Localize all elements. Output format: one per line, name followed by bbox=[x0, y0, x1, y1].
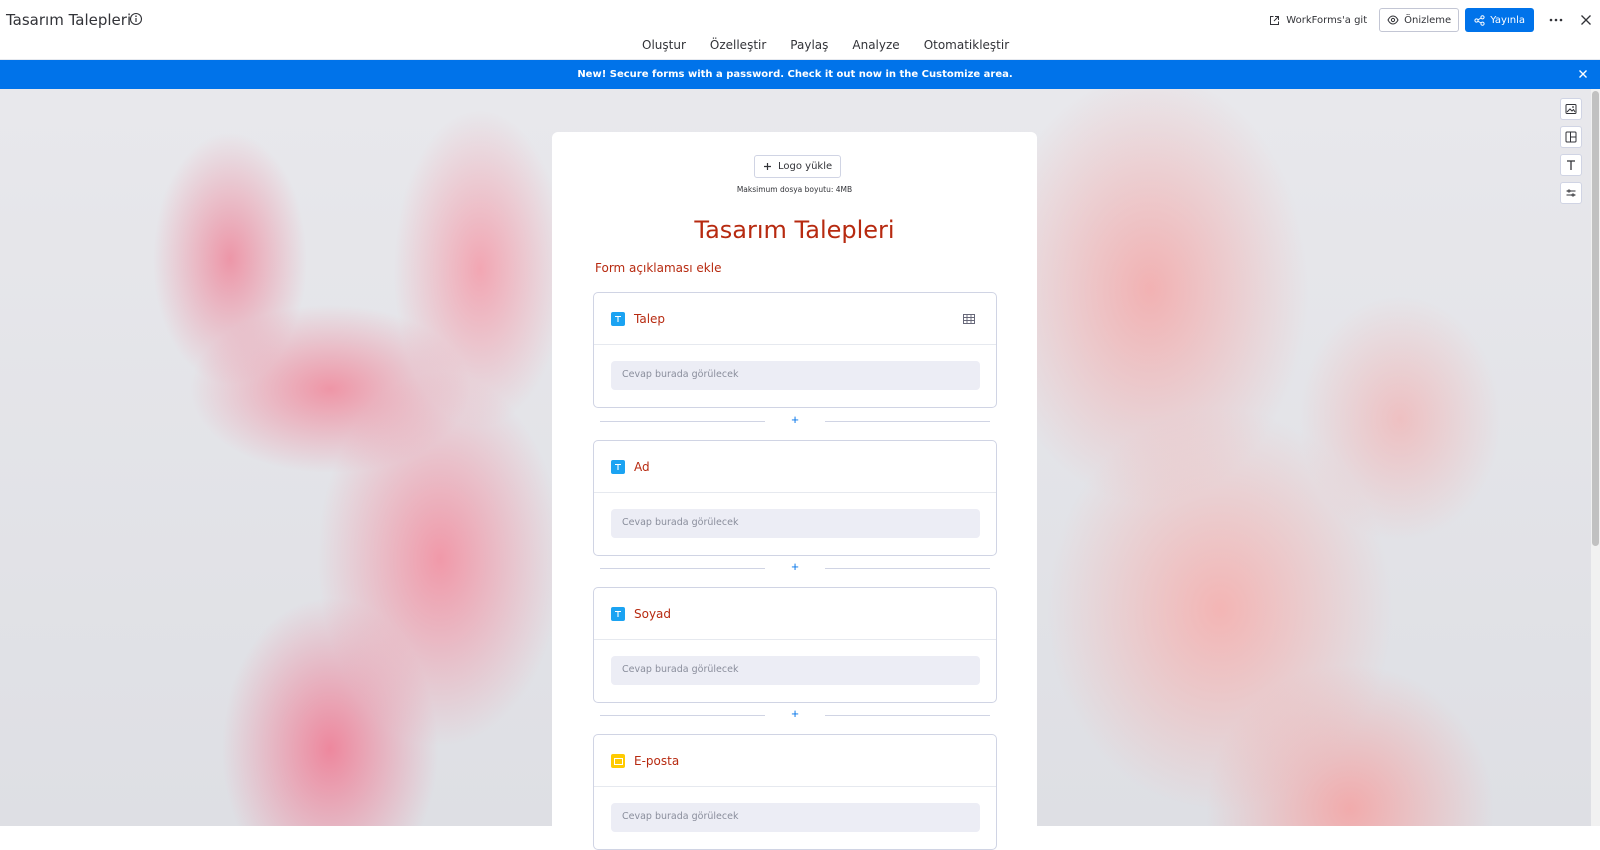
logo-size-hint: Maksimum dosya boyutu: 4MB bbox=[736, 185, 853, 194]
board-title[interactable]: Tasarım Talepleri bbox=[6, 11, 131, 29]
image-icon bbox=[1565, 104, 1577, 114]
preview-label: Önizleme bbox=[1404, 14, 1452, 26]
layout-icon bbox=[1565, 131, 1577, 143]
question-header: E-posta bbox=[594, 735, 996, 787]
question-label[interactable]: Soyad bbox=[634, 607, 671, 621]
publish-label: Yayınla bbox=[1490, 14, 1525, 26]
add-question-divider: + bbox=[600, 706, 990, 723]
question-label[interactable]: E-posta bbox=[634, 754, 679, 768]
text-field-icon bbox=[611, 607, 625, 621]
close-icon[interactable] bbox=[1576, 10, 1596, 30]
header-actions: WorkForms'a git Önizleme Yayınla bbox=[1269, 8, 1600, 32]
answer-placeholder: Cevap burada görülecek bbox=[611, 361, 980, 390]
question-card[interactable]: E-posta Cevap burada görülecek bbox=[593, 734, 997, 850]
add-question-divider: + bbox=[600, 412, 990, 429]
text-field-icon bbox=[611, 312, 625, 326]
announcement-banner: New! Secure forms with a password. Check… bbox=[0, 60, 1600, 89]
divider-line bbox=[825, 568, 990, 569]
scrollbar-thumb[interactable] bbox=[1592, 91, 1599, 546]
background-image-tool[interactable] bbox=[1560, 98, 1582, 120]
question-label[interactable]: Ad bbox=[634, 460, 650, 474]
publish-button[interactable]: Yayınla bbox=[1465, 8, 1534, 32]
external-link-icon bbox=[1270, 15, 1280, 25]
divider-line bbox=[600, 715, 765, 716]
info-icon[interactable] bbox=[129, 12, 143, 26]
upload-logo-label: Logo yükle bbox=[778, 161, 833, 172]
add-question-button[interactable]: + bbox=[788, 559, 802, 574]
question-header: Soyad bbox=[594, 588, 996, 640]
more-options-icon[interactable] bbox=[1546, 10, 1566, 30]
divider-line bbox=[825, 421, 990, 422]
question-header: Ad bbox=[594, 441, 996, 493]
answer-placeholder: Cevap burada görülecek bbox=[611, 803, 980, 832]
divider-line bbox=[825, 715, 990, 716]
text-icon bbox=[1567, 160, 1575, 170]
preview-button[interactable]: Önizleme bbox=[1379, 8, 1460, 32]
font-tool[interactable] bbox=[1560, 154, 1582, 176]
side-toolbar bbox=[1560, 98, 1582, 204]
answer-placeholder: Cevap burada görülecek bbox=[611, 656, 980, 685]
eye-icon bbox=[1387, 15, 1399, 25]
form-title[interactable]: Tasarım Talepleri bbox=[552, 216, 1037, 244]
text-field-icon bbox=[611, 460, 625, 474]
banner-close-icon[interactable] bbox=[1576, 67, 1590, 81]
question-card[interactable]: Talep Cevap burada görülecek bbox=[593, 292, 997, 408]
plus-icon bbox=[764, 163, 771, 170]
layout-tool[interactable] bbox=[1560, 126, 1582, 148]
form-description-input[interactable]: Form açıklaması ekle bbox=[595, 261, 721, 275]
form-card: Logo yükle Maksimum dosya boyutu: 4MB Ta… bbox=[552, 132, 1037, 850]
divider-line bbox=[600, 568, 765, 569]
goto-workforms-link[interactable]: WorkForms'a git bbox=[1269, 15, 1367, 26]
question-label[interactable]: Talep bbox=[634, 312, 665, 326]
add-question-button[interactable]: + bbox=[788, 412, 802, 427]
banner-text: New! Secure forms with a password. Check… bbox=[577, 69, 1013, 80]
share-icon bbox=[1474, 14, 1485, 26]
settings-tool[interactable] bbox=[1560, 182, 1582, 204]
question-card[interactable]: Soyad Cevap burada görülecek bbox=[593, 587, 997, 703]
add-question-divider: + bbox=[600, 559, 990, 576]
answer-placeholder: Cevap burada görülecek bbox=[611, 509, 980, 538]
top-header: Tasarım Talepleri Oluştur Özelleştir Pay… bbox=[0, 0, 1600, 64]
email-field-icon bbox=[611, 754, 625, 768]
vertical-scrollbar[interactable] bbox=[1591, 89, 1600, 826]
question-card[interactable]: Ad Cevap burada görülecek bbox=[593, 440, 997, 556]
table-icon[interactable] bbox=[962, 312, 976, 326]
goto-workforms-label: WorkForms'a git bbox=[1286, 14, 1368, 26]
sliders-icon bbox=[1566, 189, 1576, 197]
divider-line bbox=[600, 421, 765, 422]
question-header: Talep bbox=[594, 293, 996, 345]
add-question-button[interactable]: + bbox=[788, 706, 802, 721]
upload-logo-button[interactable]: Logo yükle bbox=[754, 155, 842, 178]
